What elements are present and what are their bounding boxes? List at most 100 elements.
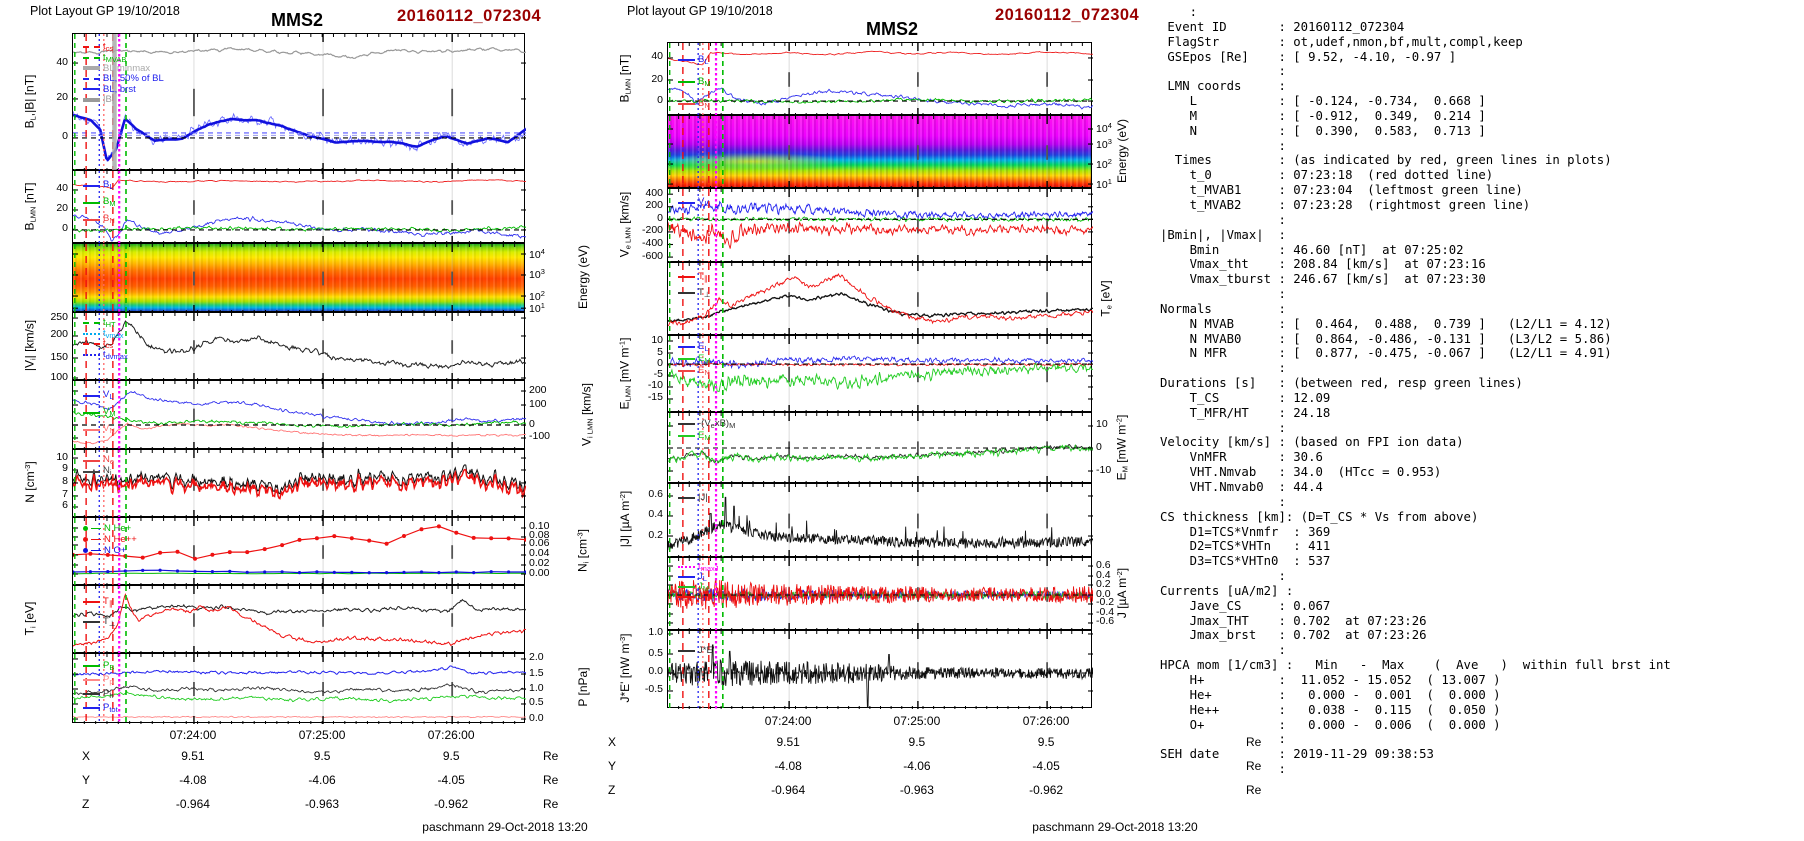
legend-label: tHT — [103, 317, 116, 329]
ytick-label: 100 — [529, 397, 547, 410]
legend-vi-abs: tHT tvmax tcs tdvmax — [83, 318, 128, 360]
panel-middle-jlmn[interactable]: tmaxJ JL JM JN — [667, 557, 1093, 631]
series-B-N — [73, 179, 526, 189]
info-line: : — [1160, 5, 1198, 19]
panel-middle-em-vexb[interactable]: -(VexB)M EM — [667, 412, 1093, 484]
legend-swatch — [83, 201, 100, 204]
plot-canvas-blmn — [73, 171, 526, 244]
legend-label: VN — [103, 423, 115, 436]
coord-unit: Re — [1246, 783, 1262, 797]
coord-row-label: X — [608, 735, 617, 749]
legend-item: BL — [83, 177, 116, 194]
plot-canvas-ve-lmn — [668, 189, 1093, 263]
info-line: Currents [uA/m2] : — [1160, 583, 1294, 598]
info-line: CS thickness [km]: (D=T_CS * Vs from abo… — [1160, 509, 1479, 524]
plot-canvas-e-espec — [668, 116, 1093, 189]
ytick-label: -10 — [647, 379, 663, 392]
legend-item: BM — [678, 71, 711, 93]
seh-event-overview-window: Plot Layout GP 19/10/2018 MMS2 20160112_07… — [0, 0, 1804, 841]
info-line: Velocity [km/s] : (based on FPI ion data… — [1160, 435, 1464, 450]
ytick-label: 0 — [657, 211, 663, 224]
ytick-label: -100 — [529, 430, 551, 443]
ytick-label: 10 — [56, 450, 68, 463]
info-line: : — [1160, 138, 1286, 153]
legend-jdote: J*E' — [678, 645, 715, 657]
legend-em-vexb: -(VexB)M EM — [678, 418, 735, 442]
legend-n-minor: N He+ N He++ N O+ — [83, 523, 137, 556]
legend-item: BL, 50% of BL — [83, 74, 164, 85]
series-P-tot — [73, 665, 526, 676]
legend-swatch — [678, 59, 695, 61]
panel-middle-j-abs[interactable]: |J| — [667, 483, 1093, 558]
legend-swatch — [91, 550, 101, 551]
panel-middle-elmn[interactable]: EL EM EN — [667, 335, 1093, 413]
info-line: H+ : 11.052 - 15.052 ( 13.007 ) — [1160, 672, 1501, 687]
ytick-label: 6 — [62, 499, 68, 512]
legend-swatch — [83, 394, 100, 397]
plot-canvas-te — [668, 263, 1093, 336]
info-line: : — [1160, 494, 1286, 509]
legend-swatch — [678, 370, 695, 372]
legend-swatch — [678, 566, 695, 568]
legend-swatch — [83, 707, 100, 709]
legend-item: EM — [678, 430, 735, 442]
info-line: He+ : 0.000 - 0.001 ( 0.000 ) — [1160, 687, 1501, 702]
panel-middle-jdote[interactable]: J*E' — [667, 630, 1093, 709]
info-line: : — [1160, 732, 1286, 747]
info-line: M : [ -0.912, 0.349, 0.214 ] — [1160, 108, 1486, 123]
ytick-label: 0.0 — [529, 711, 544, 724]
legend-swatch — [83, 56, 100, 59]
legend-label: VL — [103, 389, 114, 402]
series-P-p — [73, 715, 526, 719]
panel-left-bl-babs[interactable]: tcs tMVAB BL minmax BL, 50% of BL BL, brst |B… — [72, 33, 526, 171]
legend-item: T⊥ — [83, 612, 115, 632]
panel-middle-e-espec[interactable] — [667, 115, 1093, 189]
legend-swatch — [678, 497, 695, 499]
panel-left-p[interactable]: PB Pp Ph Ptot — [72, 653, 526, 724]
legend-item: JN — [678, 592, 719, 602]
axis-label-te: Te [eV] — [1098, 279, 1114, 317]
plot-canvas-jlmn — [668, 558, 1093, 631]
ytick-label: 102 — [1096, 156, 1112, 171]
legend-blmn: BL BM BN — [678, 49, 711, 115]
legend-label: Pp — [103, 673, 114, 686]
ytick-label: 101 — [529, 300, 545, 315]
coord-row-label: X — [82, 749, 91, 763]
event-id: 20160112_072304 — [995, 6, 1140, 24]
ytick-label: 0 — [657, 356, 663, 369]
legend-swatch — [83, 97, 100, 102]
legend-vi-lmn: VL VM VN — [83, 387, 116, 438]
panel-middle-ve-lmn[interactable]: VL — [667, 188, 1093, 263]
legend-label: tcs — [103, 338, 114, 350]
plot-layout-note: Plot Layout GP 19/10/2018 — [30, 4, 180, 18]
panel-left-blmn[interactable]: BL BM BN — [72, 170, 526, 244]
legend-label: EN — [698, 364, 710, 377]
legend-swatch — [678, 358, 695, 360]
panel-left-ti[interactable]: T∥ T⊥ — [72, 585, 526, 654]
legend-item: BM — [83, 194, 116, 211]
panel-left-vi-abs[interactable]: tHT tvmax tcs tdvmax — [72, 312, 526, 381]
panel-left-vi-lmn[interactable]: VL VM VN — [72, 380, 526, 450]
ytick-label: 0.2 — [648, 528, 663, 541]
info-line: |Bmin|, |Vmax| : — [1160, 227, 1286, 242]
panel-left-n[interactable]: Ne Ni — [72, 449, 526, 518]
info-line: : — [1160, 762, 1286, 777]
legend-jlmn: tmaxJ JL JM JN — [678, 562, 719, 602]
panel-left-n-minor[interactable]: N He+ N He++ N O+ — [72, 517, 526, 586]
legend-swatch — [83, 428, 100, 431]
panel-middle-te[interactable]: T∥ T⊥ — [667, 262, 1093, 336]
panel-middle-blmn[interactable]: BL BM BN — [667, 42, 1093, 116]
legend-label: BL — [698, 53, 709, 66]
coord-row-label: Y — [608, 759, 617, 773]
info-line: : — [1160, 643, 1286, 658]
legend-item: Ni — [83, 466, 114, 477]
legend-swatch — [91, 528, 101, 529]
legend-swatch — [678, 276, 695, 278]
legend-label: N He++ — [104, 533, 137, 545]
legend-label: N He+ — [104, 522, 132, 534]
panel-left-ion-espec[interactable] — [72, 243, 526, 313]
spacecraft-title: MMS2 — [865, 19, 918, 39]
legend-item: PB — [83, 659, 118, 673]
plot-credit: paschmann 29-Oct-2018 13:20 — [1032, 820, 1198, 834]
legend-ve-lmn: VL — [678, 194, 709, 211]
